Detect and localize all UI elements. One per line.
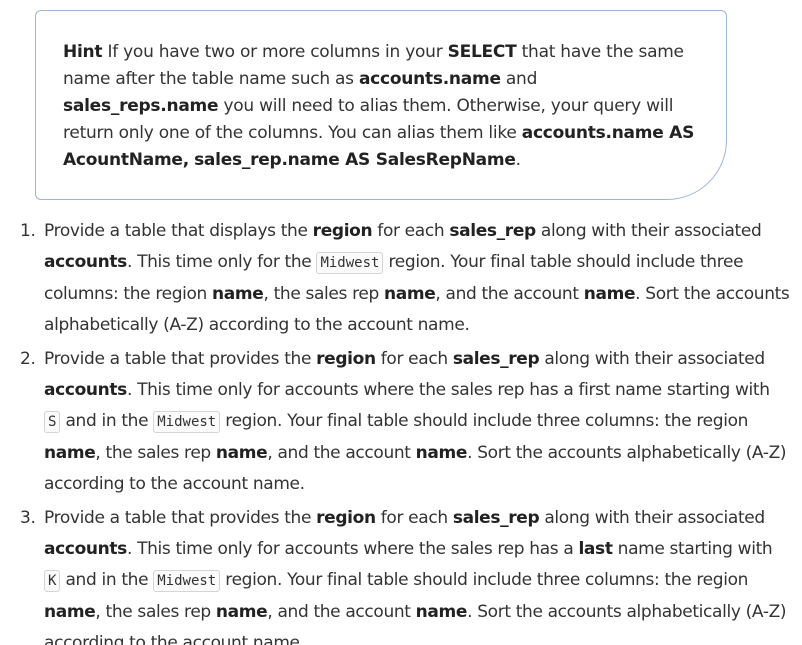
task-keyword: name — [415, 443, 468, 463]
task-text: , and the account — [267, 443, 416, 463]
task-keyword: name — [44, 602, 96, 622]
task-keyword: name — [212, 284, 264, 304]
inline-code: Midwest — [153, 570, 221, 592]
task-text: Provide a table that provides the — [44, 349, 317, 369]
task-text: for each — [375, 349, 453, 369]
inline-code: S — [44, 411, 61, 433]
task-keyword: sales_rep — [449, 221, 536, 241]
task-keyword: name — [583, 284, 636, 304]
task-text: region. Your final table should include … — [220, 570, 749, 590]
task-text: along with their associated — [539, 508, 765, 528]
task-text: . This time only for accounts where the … — [126, 539, 579, 559]
task-keyword: accounts — [44, 380, 127, 400]
task-text: , the sales rep — [263, 284, 384, 304]
hint-keyword: sales_reps.name — [63, 96, 219, 116]
task-text: along with their associated — [535, 221, 762, 241]
inline-code: Midwest — [153, 411, 221, 433]
hint-keyword: accounts.name — [358, 69, 501, 89]
task-text: for each — [375, 508, 453, 528]
task-number: 1. — [20, 221, 36, 241]
task-keyword: region — [316, 349, 376, 369]
task-text: . This time only for accounts where the … — [126, 380, 770, 400]
task-text: , and the account — [267, 602, 416, 622]
task-keyword: name — [215, 602, 268, 622]
hint-keyword: SELECT — [447, 42, 517, 62]
hint-callout: Hint If you have two or more columns in … — [35, 10, 727, 200]
inline-code: K — [44, 570, 61, 592]
task-keyword: name — [415, 602, 468, 622]
inline-code: Midwest — [316, 252, 384, 274]
task-number: 3. — [20, 508, 36, 528]
hint-label: Hint — [63, 42, 103, 62]
task-keyword: name — [215, 443, 268, 463]
task-item: 1. Provide a table that displays the regi… — [20, 216, 790, 341]
hint-text: . — [515, 150, 521, 170]
hint-keyword: sales_rep.name AS SalesRepName — [194, 150, 516, 170]
task-text: along with their associated — [539, 349, 765, 369]
task-text: . This time only for the — [126, 252, 317, 272]
task-text: Provide a table that provides the — [44, 508, 317, 528]
task-text: for each — [372, 221, 450, 241]
task-text: Provide a table that displays the — [44, 221, 313, 241]
task-text: , and the account — [435, 284, 584, 304]
task-keyword: last — [578, 539, 613, 559]
task-list: 1. Provide a table that displays the regi… — [20, 216, 790, 645]
hint-text: If you have two or more columns in your — [102, 42, 448, 62]
task-keyword: name — [383, 284, 436, 304]
task-keyword: region — [316, 508, 376, 528]
task-keyword: name — [44, 443, 96, 463]
task-keyword: accounts — [44, 539, 127, 559]
task-text: and in the — [60, 570, 154, 590]
task-number: 2. — [20, 349, 36, 369]
task-text: region. Your final table should include … — [220, 411, 749, 431]
task-item: 3. Provide a table that provides the regi… — [20, 503, 790, 645]
task-text: name starting with — [612, 539, 773, 559]
task-text: , the sales rep — [95, 602, 216, 622]
task-keyword: accounts — [44, 252, 127, 272]
task-keyword: sales_rep — [452, 508, 540, 528]
task-keyword: sales_rep — [452, 349, 540, 369]
task-item: 2. Provide a table that provides the regi… — [20, 344, 790, 500]
task-text: , the sales rep — [95, 443, 216, 463]
hint-text: and — [500, 69, 538, 89]
task-text: and in the — [60, 411, 154, 431]
task-keyword: region — [312, 221, 373, 241]
